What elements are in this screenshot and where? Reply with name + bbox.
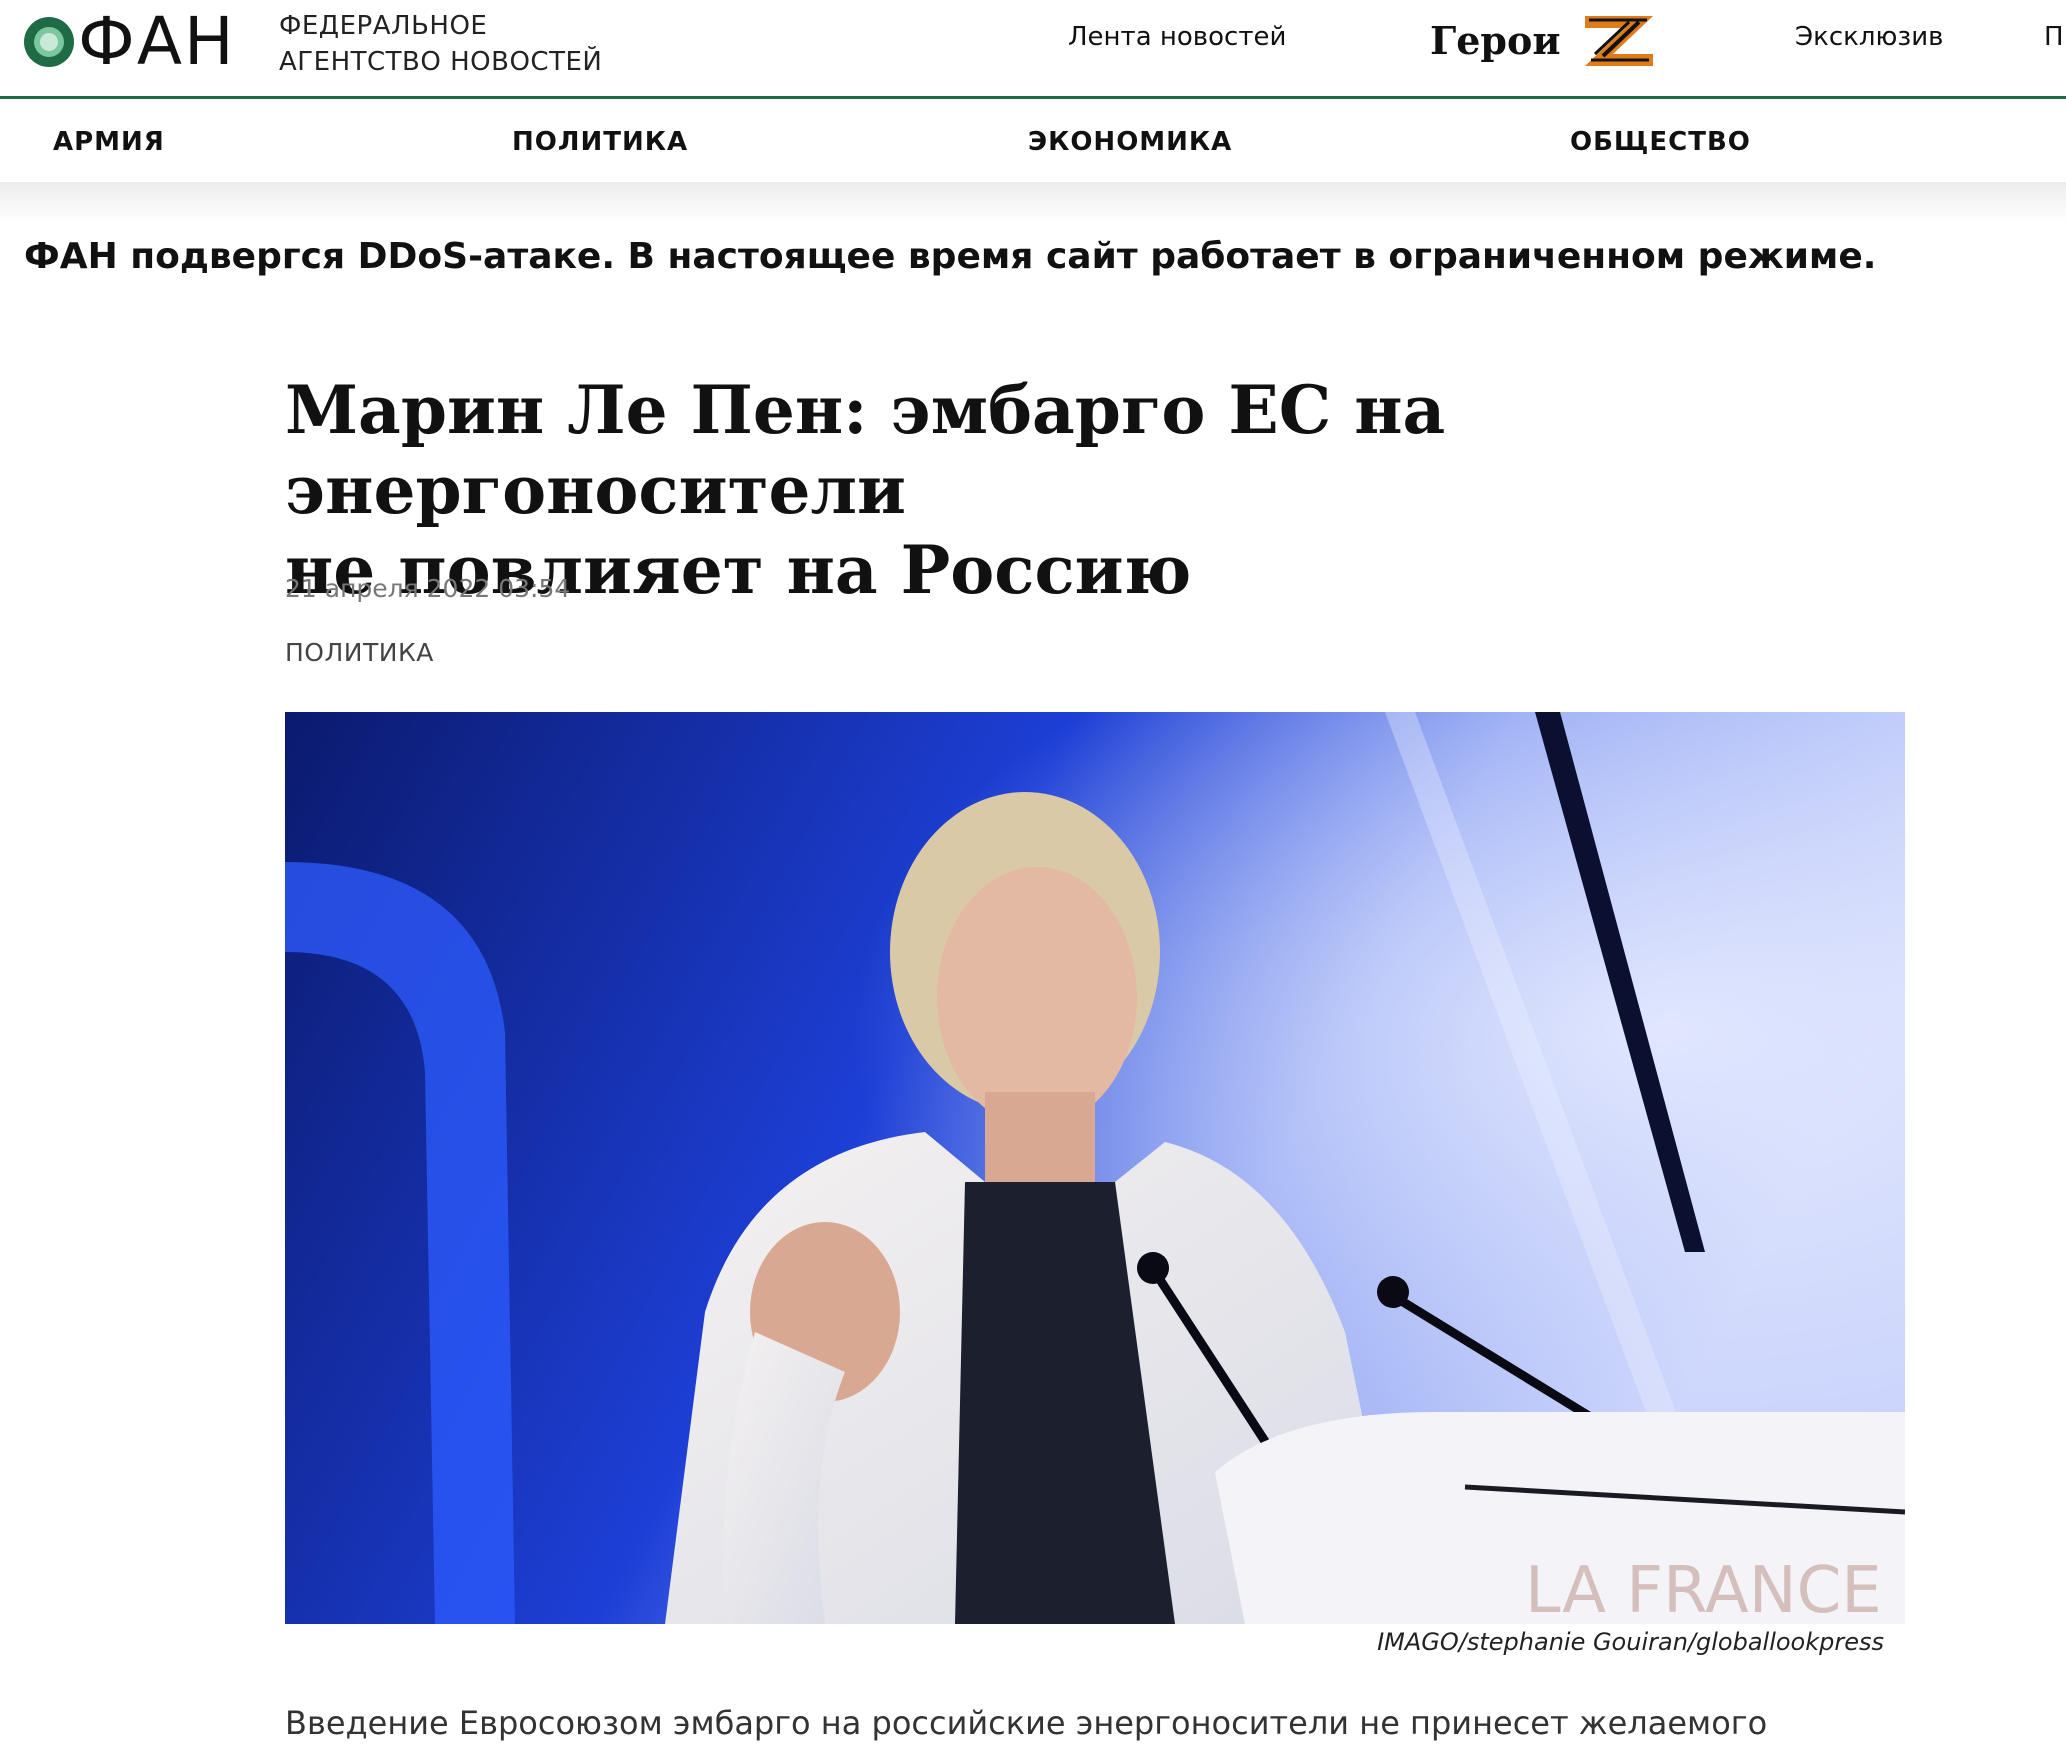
section-nav: АРМИЯ ПОЛИТИКА ЭКОНОМИКА ОБЩЕСТВО (0, 99, 2066, 182)
nav-item-economy[interactable]: ЭКОНОМИКА (1028, 127, 1232, 157)
heroes-label: Герои (1430, 17, 1561, 63)
nav-item-politics[interactable]: ПОЛИТИКА (512, 127, 688, 157)
lectern-sign-text: LA FRANCE OU (1525, 1554, 1905, 1624)
tagline-line-1: ФЕДЕРАЛЬНОЕ (279, 11, 488, 41)
article-lead: Введение Евросоюзом эмбарго на российски… (285, 1704, 1768, 1742)
photo-caption: IMAGO/stephanie Gouiran/globallookpress (1377, 1628, 1884, 1656)
exclusive-link[interactable]: Эксклюзив (1795, 22, 1943, 52)
ddos-alert-banner: ФАН подвергся DDoS-атаке. В настоящее вр… (24, 236, 1877, 277)
z-ribbon-icon (1584, 16, 1653, 66)
nav-item-society[interactable]: ОБЩЕСТВО (1570, 127, 1751, 157)
nav-item-army[interactable]: АРМИЯ (53, 127, 165, 157)
article-title-line-1: Марин Ле Пен: эмбарго ЕС на энергоносите… (285, 371, 1446, 529)
article-date: 21 апреля 2022 03:54 (285, 574, 571, 603)
site-logo[interactable]: ФАН (22, 3, 236, 80)
site-header: ФАН ФЕДЕРАЛЬНОЕ АГЕНТСТВО НОВОСТЕЙ Лента… (0, 0, 2066, 99)
logo-text: ФАН (78, 3, 236, 80)
globe-logo-icon (24, 17, 74, 67)
news-feed-link[interactable]: Лента новостей (1068, 22, 1286, 52)
nav-shadow (0, 182, 2066, 222)
tagline-line-2: АГЕНТСТВО НОВОСТЕЙ (279, 47, 603, 77)
article-photo: LA FRANCE OU (285, 712, 1905, 1624)
article-rubric-link[interactable]: ПОЛИТИКА (285, 638, 434, 667)
heroes-link[interactable]: Герои (1430, 10, 1659, 70)
article-photo-image: LA FRANCE OU (285, 712, 1905, 1624)
site-tagline: ФЕДЕРАЛЬНОЕ АГЕНТСТВО НОВОСТЕЙ (279, 8, 639, 80)
cut-off-nav-link[interactable]: П (2044, 22, 2064, 52)
